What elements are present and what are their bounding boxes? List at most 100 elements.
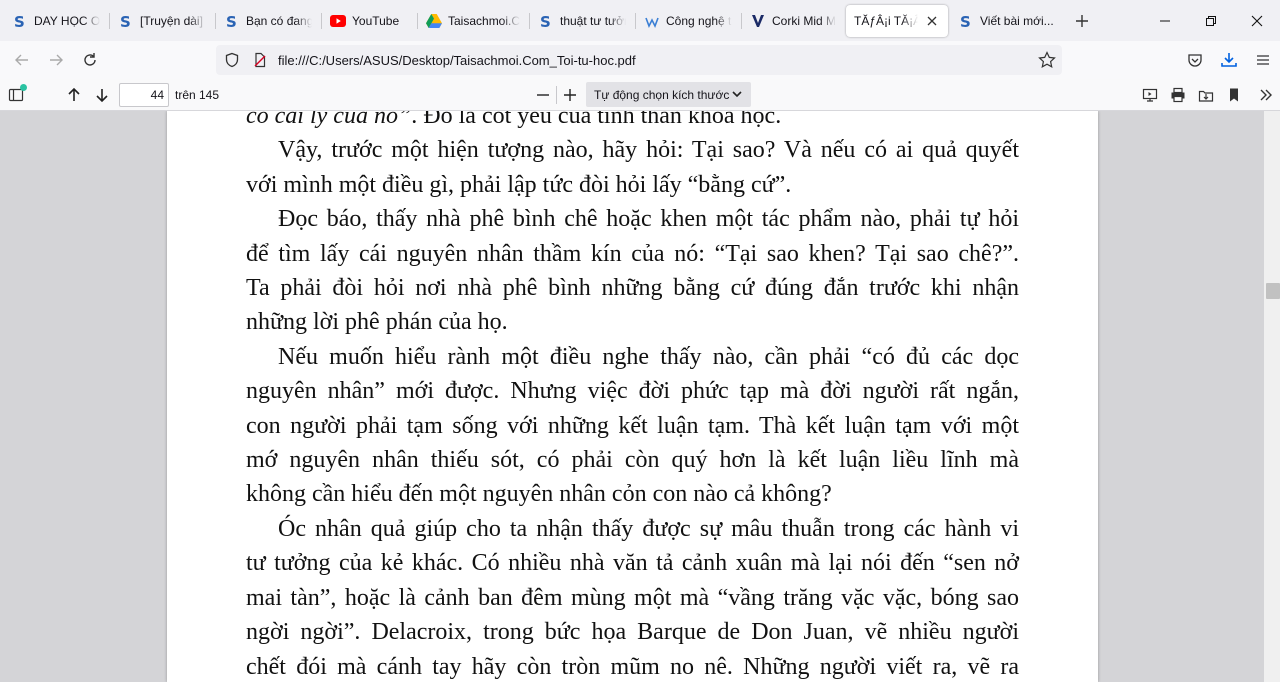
save-icon	[1198, 90, 1214, 102]
pdf-page: có cái lý của nó”. Đó là cốt yếu của tin…	[167, 111, 1098, 682]
print-button[interactable]	[1164, 81, 1192, 109]
address-bar[interactable]: file:///C:/Users/ASUS/Desktop/Taisachmoi…	[216, 45, 1062, 75]
tools-button[interactable]	[1252, 81, 1280, 109]
tab-8[interactable]: Corki Mid Mù	[742, 5, 844, 37]
youtube-icon	[330, 13, 346, 29]
window-controls	[1142, 0, 1280, 41]
s-icon: S	[958, 13, 974, 29]
zoom-in-button[interactable]	[556, 81, 584, 109]
plus-icon	[564, 89, 576, 101]
tab-7[interactable]: Công nghệ th	[636, 5, 742, 37]
svg-text:S: S	[120, 13, 131, 29]
tab-title: Taisachmoi.C	[448, 13, 520, 28]
zoom-select[interactable]: Tự động chọn kích thước	[586, 82, 751, 107]
pdf-toolbar-right	[1136, 81, 1280, 109]
tab-title: thuật tư tưởn	[560, 13, 626, 28]
tab-2[interactable]: S [Truyện dài] N	[110, 5, 216, 37]
arrow-right-icon	[50, 54, 63, 66]
bookmark-star-icon[interactable]	[1038, 51, 1056, 72]
shield-icon[interactable]	[220, 52, 244, 68]
minus-icon	[537, 94, 549, 96]
pocket-icon	[1188, 54, 1202, 67]
page-text: có cái lý của nó”. Đó là cốt yếu của tin…	[246, 111, 1019, 682]
downloads-button[interactable]	[1212, 44, 1246, 76]
tab-9[interactable]: TĂƒÂ¡i TĂ¡Â»Â	[846, 4, 948, 37]
pocket-button[interactable]	[1178, 44, 1212, 76]
double-chevron-right-icon	[1260, 89, 1272, 101]
tab-list: S DAY HỌC ON S [Truyện dài] N S Bạn có đang Yo…	[0, 0, 1064, 41]
app-menu-button[interactable]	[1246, 44, 1280, 76]
svg-text:S: S	[540, 13, 551, 29]
reload-icon	[84, 53, 96, 66]
text-line: tư tưởng của kẻ khác. Có nhiều nhà văn t…	[246, 550, 1019, 577]
close-icon	[1251, 15, 1263, 26]
zoom-select-value: Tự động chọn kích thước	[594, 87, 730, 102]
arrow-down-icon	[96, 88, 108, 102]
text-line: với mình một điều gì, phải lập tức đòi h…	[246, 171, 792, 198]
reload-button[interactable]	[74, 44, 106, 76]
text-line: Đọc báo, thấy nhà phê bình chê hoặc khen…	[278, 206, 1019, 233]
tab-1[interactable]: S DAY HỌC ON	[4, 5, 110, 37]
close-window-button[interactable]	[1234, 0, 1280, 41]
sidebar-toggle-button[interactable]	[2, 81, 30, 109]
minimize-icon	[1160, 20, 1170, 21]
svg-text:S: S	[226, 13, 237, 29]
text-line: mớ nguyên nhân thiếu sót, có phải còn qu…	[246, 447, 1019, 474]
tab-4[interactable]: YouTube	[322, 5, 418, 37]
page-count-label: trên 145	[175, 87, 220, 102]
pdf-viewer-area[interactable]: có cái lý của nó”. Đó là cốt yếu của tin…	[0, 111, 1280, 682]
plus-icon	[1076, 14, 1088, 27]
tab-title: Viết bài mới...	[980, 13, 1054, 28]
svg-text:S: S	[14, 13, 25, 29]
navbar-right-actions	[1178, 44, 1280, 76]
close-tab-icon[interactable]	[924, 13, 940, 29]
text-line: để tìm lấy cái nguyên nhân thầm kín của …	[246, 240, 1019, 267]
print-icon	[1171, 87, 1185, 103]
s-icon: S	[224, 13, 240, 29]
page-number-input[interactable]: 44	[119, 82, 169, 107]
presentation-icon	[1142, 88, 1158, 102]
s-icon: S	[118, 13, 134, 29]
forward-button[interactable]	[40, 44, 72, 76]
text-line: có cái lý của nó”. Đó là cốt yếu của tin…	[246, 111, 782, 129]
text-line: nguyên nhân” mới được. Nhưng việc đời ph…	[246, 378, 1019, 405]
tab-title: Bạn có đang	[246, 13, 312, 28]
new-tab-button[interactable]	[1068, 7, 1096, 35]
google-drive-icon	[426, 13, 442, 29]
pdf-toolbar: 44 trên 145 Tự động chọn kích thước	[0, 79, 1280, 111]
s-icon: S	[12, 13, 28, 29]
restore-icon	[1206, 15, 1216, 26]
previous-page-button[interactable]	[60, 81, 88, 109]
tab-3[interactable]: S Bạn có đang	[216, 5, 322, 37]
zoom-out-button[interactable]	[529, 81, 557, 109]
minimize-button[interactable]	[1142, 0, 1188, 41]
presentation-mode-button[interactable]	[1136, 81, 1164, 109]
page-info-icon[interactable]	[248, 52, 272, 68]
next-page-button[interactable]	[88, 81, 116, 109]
hamburger-menu-icon	[1257, 55, 1269, 65]
arrow-left-icon	[15, 54, 28, 66]
tab-5[interactable]: Taisachmoi.C	[418, 5, 530, 37]
navigation-toolbar: file:///C:/Users/ASUS/Desktop/Taisachmoi…	[0, 41, 1280, 79]
url-text[interactable]: file:///C:/Users/ASUS/Desktop/Taisachmoi…	[278, 53, 636, 68]
restore-button[interactable]	[1188, 0, 1234, 41]
download-icon	[1221, 53, 1237, 67]
tab-title: [Truyện dài] N	[140, 13, 206, 28]
save-button[interactable]	[1192, 81, 1220, 109]
vertical-scrollbar[interactable]	[1264, 111, 1280, 682]
tab-title: Corki Mid Mù	[772, 13, 836, 28]
tab-title: DAY HỌC ON	[34, 13, 100, 28]
bookmark-button[interactable]	[1220, 81, 1248, 109]
tab-10[interactable]: S Viết bài mới...	[950, 5, 1062, 37]
arrow-up-icon	[68, 87, 80, 101]
tab-title: Công nghệ th	[666, 13, 732, 28]
scrollbar-thumb[interactable]	[1266, 283, 1280, 299]
text-line: Vậy, trước một hiện tượng nào, hãy hỏi: …	[278, 137, 1019, 164]
svg-text:S: S	[960, 13, 971, 29]
tab-title: TĂƒÂ¡i TĂ¡Â»Â	[854, 13, 918, 28]
text-line: không cần hiểu đến một nguyên nhân cỏn c…	[246, 481, 832, 508]
back-button[interactable]	[6, 44, 38, 76]
tab-6[interactable]: Sthuật tư tưởn	[530, 5, 636, 37]
text-line: chết đói mà cánh tay hãy còn tròn mũm no…	[246, 653, 1019, 680]
text-line: Nếu muốn hiểu rành một điều nghe thấy nà…	[278, 343, 1019, 370]
